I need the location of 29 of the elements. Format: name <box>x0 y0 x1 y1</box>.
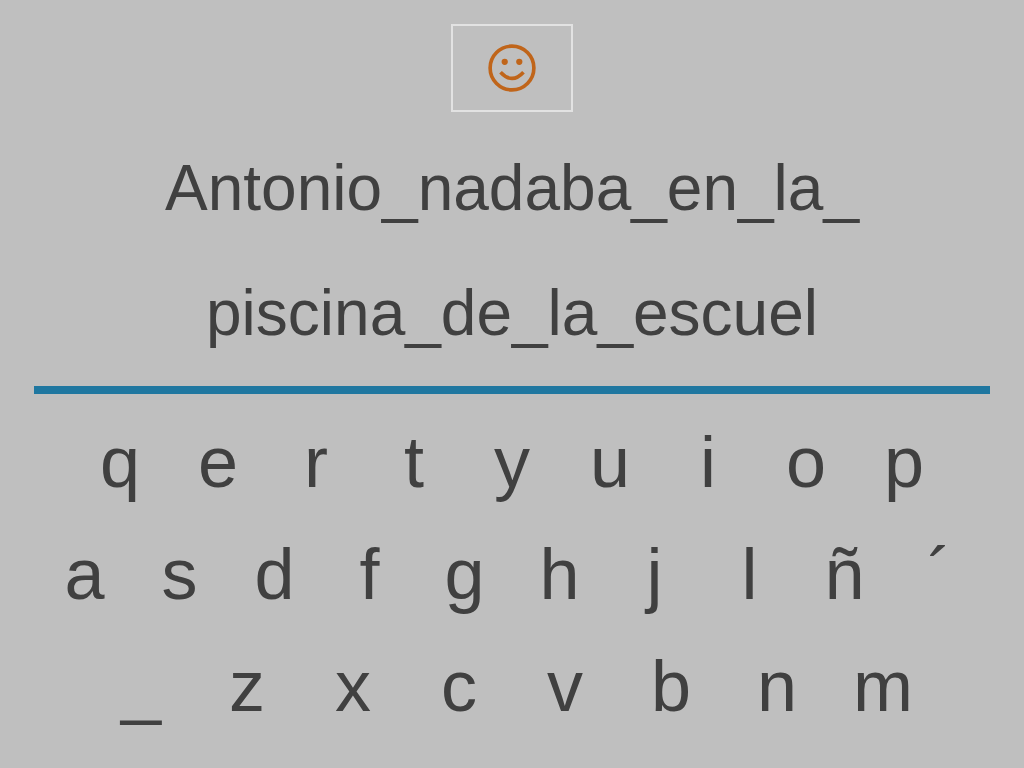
letter-key[interactable]: c <box>406 636 512 736</box>
letter-key[interactable]: f <box>322 524 417 624</box>
letter-key[interactable]: h <box>512 524 607 624</box>
letter-key[interactable]: o <box>757 412 855 512</box>
letter-key[interactable]: i <box>659 412 757 512</box>
letter-key[interactable]: b <box>618 636 724 736</box>
letter-key[interactable]: v <box>512 636 618 736</box>
letter-key[interactable]: z <box>194 636 300 736</box>
letter-key[interactable]: ´ <box>892 524 987 624</box>
letter-key[interactable]: u <box>561 412 659 512</box>
letter-key[interactable]: x <box>300 636 406 736</box>
letter-key[interactable]: m <box>830 636 936 736</box>
letter-key[interactable]: t <box>365 412 463 512</box>
letter-key[interactable]: y <box>463 412 561 512</box>
letter-key[interactable]: j <box>607 524 702 624</box>
letter-key[interactable]: ñ <box>797 524 892 624</box>
letter-key[interactable]: g <box>417 524 512 624</box>
sentence-text: Antonio_nadaba_en_la_ <box>165 151 859 226</box>
letter-key[interactable]: p <box>855 412 953 512</box>
letter-key[interactable]: _ <box>88 636 194 736</box>
letter-key[interactable]: e <box>169 412 267 512</box>
letter-key[interactable]: s <box>132 524 227 624</box>
sentence-text: piscina_de_la_escuel <box>206 276 818 351</box>
letter-key[interactable]: q <box>71 412 169 512</box>
letter-key[interactable]: r <box>267 412 365 512</box>
letter-key[interactable]: a <box>37 524 132 624</box>
letter-key[interactable]: l <box>702 524 797 624</box>
letter-key[interactable]: n <box>724 636 830 736</box>
letter-key[interactable]: d <box>227 524 322 624</box>
